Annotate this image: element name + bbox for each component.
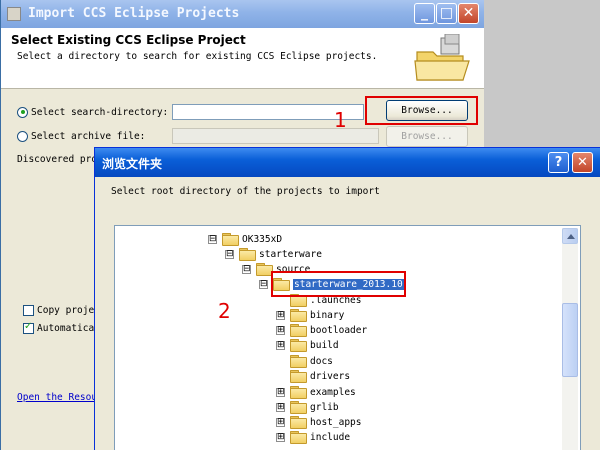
tree-label: starterware [259, 248, 322, 260]
copy-projects-option[interactable]: Copy projec [23, 303, 100, 317]
help-icon: ? [554, 155, 563, 170]
wizard-heading: Select Existing CCS Eclipse Project [11, 33, 246, 47]
tree-node-build[interactable]: ⊞ build [276, 337, 339, 353]
copy-projects-label: Copy projec [37, 304, 100, 316]
auto-import-label: Automatical [37, 322, 100, 334]
browse-folder-titlebar[interactable]: 浏览文件夹 ? ✕ [95, 148, 600, 177]
archive-file-input[interactable] [172, 128, 379, 144]
help-button[interactable]: ? [548, 152, 569, 173]
folder-close-button[interactable]: ✕ [572, 152, 593, 173]
browse-folder-title: 浏览文件夹 [102, 157, 163, 171]
tree-label: build [310, 339, 339, 351]
auto-import-checkbox[interactable] [23, 321, 34, 334]
expand-icon[interactable]: ⊞ [276, 432, 285, 442]
search-directory-radio[interactable] [17, 106, 28, 118]
annotation-box-selected-folder [271, 271, 406, 297]
folder-tree[interactable]: ⊟ OK335xD ⊟ starterware ⊟ source ⊟ start… [114, 225, 581, 450]
browse-folder-prompt: Select root directory of the projects to… [111, 186, 380, 197]
open-resource-link[interactable]: Open the Resour [17, 392, 103, 403]
collapse-icon[interactable]: ⊟ [225, 249, 234, 259]
collapse-icon[interactable]: ⊟ [259, 279, 268, 289]
search-directory-label: Select search-directory: [31, 106, 169, 118]
folder-icon [290, 401, 307, 414]
maximize-icon: □ [439, 5, 454, 21]
tree-node-binary[interactable]: ⊞ binary [276, 307, 344, 323]
tree-label: examples [310, 386, 356, 398]
tree-node-starterware[interactable]: ⊟ starterware [225, 246, 322, 262]
tree-label: include [310, 431, 351, 443]
wizard-header: Select Existing CCS Eclipse Project Sele… [1, 28, 484, 89]
auto-import-option[interactable]: Automatical [23, 321, 100, 335]
minimize-icon: _ [421, 5, 428, 21]
discovered-projects-label: Discovered pro [17, 154, 98, 165]
collapse-icon[interactable]: ⊟ [208, 234, 217, 244]
search-directory-option[interactable]: Select search-directory: [17, 103, 168, 121]
tree-label: binary [310, 309, 345, 321]
folder-icon [239, 248, 256, 261]
annotation-number-2: 2 [218, 299, 231, 323]
import-folder-icon [414, 34, 470, 81]
minimize-button[interactable]: _ [414, 3, 435, 24]
expand-icon[interactable]: ⊞ [276, 340, 285, 350]
tree-node-docs[interactable]: docs [290, 353, 333, 369]
expand-icon[interactable]: ⊞ [276, 417, 285, 427]
folder-icon [222, 233, 239, 246]
annotation-number-1: 1 [334, 108, 347, 132]
folder-icon [290, 431, 307, 444]
import-dialog-title: Import CCS Eclipse Projects [28, 6, 240, 21]
tree-node-drivers[interactable]: drivers [290, 368, 350, 384]
archive-file-radio[interactable] [17, 130, 28, 142]
tree-node-ok335xd[interactable]: ⊟ OK335xD [208, 231, 282, 247]
tree-node-grlib[interactable]: ⊞ grlib [276, 399, 339, 415]
folder-icon [256, 263, 273, 276]
close-button[interactable]: ✕ [458, 3, 479, 24]
tree-label: host_apps [310, 416, 362, 428]
tree-vertical-scrollbar[interactable] [562, 228, 578, 450]
maximize-button[interactable]: □ [436, 3, 457, 24]
folder-icon [290, 339, 307, 352]
app-icon [7, 7, 21, 21]
tree-label: bootloader [310, 324, 368, 336]
archive-browse-button[interactable]: Browse... [386, 126, 468, 147]
folder-icon [290, 324, 307, 337]
scrollbar-thumb[interactable] [562, 303, 578, 377]
folder-icon [290, 386, 307, 399]
expand-icon[interactable]: ⊞ [276, 387, 285, 397]
folder-icon [290, 416, 307, 429]
tree-label: drivers [310, 370, 351, 382]
tree-node-include[interactable]: ⊞ include [276, 429, 350, 445]
folder-icon [290, 355, 307, 368]
browse-folder-dialog: 浏览文件夹 ? ✕ Select root directory of the p… [94, 147, 600, 450]
scroll-up-arrow-icon[interactable] [562, 228, 578, 244]
tree-label: grlib [310, 401, 339, 413]
close-icon: ✕ [577, 155, 588, 170]
import-dialog-titlebar[interactable]: Import CCS Eclipse Projects _ □ ✕ [1, 0, 484, 28]
copy-projects-checkbox[interactable] [23, 304, 34, 316]
tree-label: OK335xD [242, 233, 283, 245]
expand-icon[interactable]: ⊞ [276, 325, 285, 335]
annotation-box-browse [365, 96, 478, 125]
wizard-description: Select a directory to search for existin… [17, 51, 378, 62]
tree-node-bootloader[interactable]: ⊞ bootloader [276, 322, 367, 338]
collapse-icon[interactable]: ⊟ [242, 264, 251, 274]
tree-label: docs [310, 355, 333, 367]
folder-icon [290, 370, 307, 383]
folder-icon [290, 309, 307, 322]
archive-file-option[interactable]: Select archive file: [17, 127, 145, 145]
tree-node-examples[interactable]: ⊞ examples [276, 384, 356, 400]
archive-file-label: Select archive file: [31, 130, 146, 142]
close-icon: ✕ [462, 5, 475, 21]
expand-icon[interactable]: ⊞ [276, 402, 285, 412]
tree-node-host-apps[interactable]: ⊞ host_apps [276, 414, 361, 430]
expand-icon[interactable]: ⊞ [276, 310, 285, 320]
